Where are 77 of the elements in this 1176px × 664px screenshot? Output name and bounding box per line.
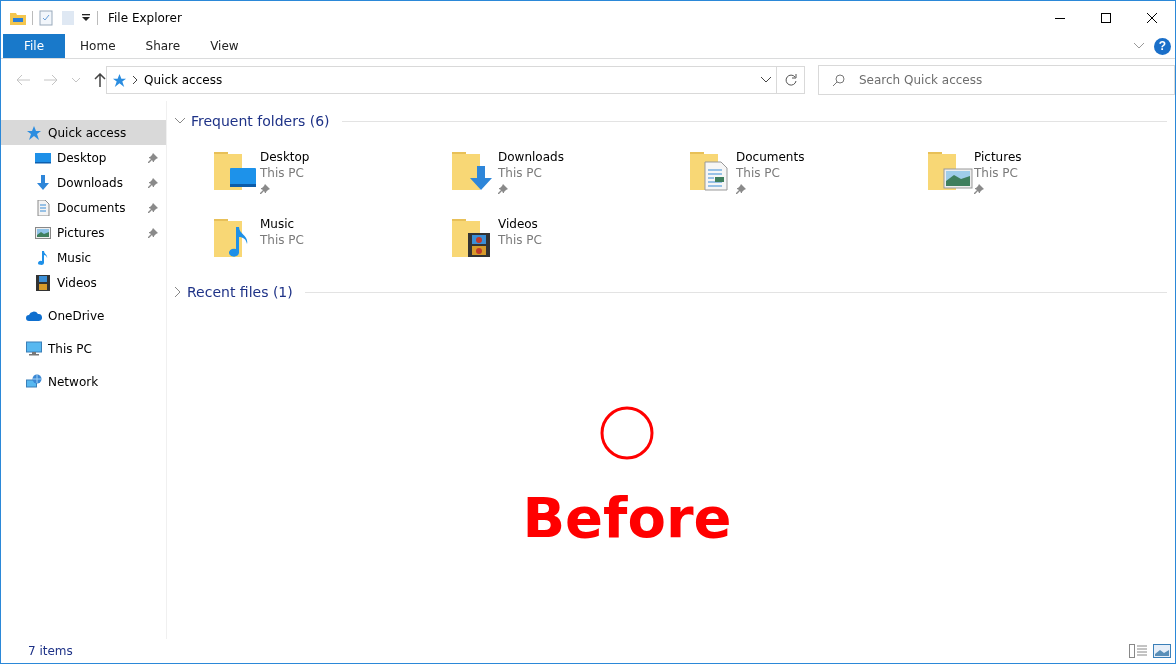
nav-item-label[interactable]: Downloads bbox=[57, 175, 142, 190]
window-title: File Explorer bbox=[108, 10, 182, 25]
nav-item-label[interactable]: Pictures bbox=[57, 225, 142, 240]
nav-item-label[interactable]: This PC bbox=[48, 341, 158, 356]
details-view-icon[interactable] bbox=[1129, 644, 1147, 658]
nav-item-label[interactable]: Desktop bbox=[57, 150, 142, 165]
document-icon bbox=[35, 199, 51, 216]
pin-icon bbox=[148, 152, 158, 163]
star-icon bbox=[112, 72, 127, 88]
nav-item[interactable]: OneDrive bbox=[1, 303, 166, 328]
dropdown-caret-icon[interactable] bbox=[81, 12, 91, 23]
nav-item-label[interactable]: Documents bbox=[57, 200, 142, 215]
folder-location: This PC bbox=[498, 165, 543, 181]
nav-item[interactable]: Network bbox=[1, 369, 166, 394]
address-bar[interactable]: Quick access bbox=[106, 66, 778, 94]
item-count: 7 items bbox=[28, 644, 74, 658]
nav-item[interactable]: Videos bbox=[1, 270, 166, 295]
nav-item[interactable]: Pictures bbox=[1, 220, 166, 245]
pin-icon bbox=[148, 177, 158, 188]
ribbon-tab[interactable]: Share bbox=[130, 34, 196, 58]
search-icon bbox=[832, 74, 845, 87]
file-menu-tab[interactable]: File bbox=[3, 34, 66, 58]
pin-icon bbox=[148, 202, 158, 213]
maximize-icon bbox=[1101, 12, 1111, 23]
expand-chevron-icon[interactable] bbox=[175, 287, 181, 297]
refresh-icon bbox=[784, 74, 797, 86]
ribbon-tab[interactable]: Home bbox=[65, 34, 131, 58]
ribbon-tab[interactable]: View bbox=[195, 34, 254, 58]
pin-icon bbox=[498, 184, 508, 194]
nav-item-label[interactable]: Network bbox=[48, 374, 158, 389]
section-header[interactable]: Frequent folders (6) bbox=[191, 113, 330, 129]
folder-name[interactable]: Videos bbox=[498, 216, 542, 232]
close-icon bbox=[1147, 12, 1157, 23]
nav-item[interactable]: Documents bbox=[1, 195, 166, 220]
address-dropdown-chevron-icon[interactable] bbox=[761, 77, 772, 83]
section-header[interactable]: Recent files (1) bbox=[187, 284, 293, 300]
down-arrow-icon bbox=[35, 174, 51, 191]
star-icon bbox=[26, 124, 42, 141]
monitor-icon bbox=[26, 340, 42, 357]
up-arrow-icon[interactable] bbox=[94, 73, 106, 87]
folder-location: This PC bbox=[498, 232, 542, 248]
nav-item[interactable]: Downloads bbox=[1, 170, 166, 195]
folder-name[interactable]: Desktop bbox=[260, 149, 310, 165]
film-icon bbox=[35, 274, 51, 291]
annotation-circle bbox=[600, 406, 654, 460]
pin-icon bbox=[736, 184, 746, 194]
nav-item-label[interactable]: Videos bbox=[57, 275, 142, 290]
nav-item-label[interactable]: OneDrive bbox=[48, 308, 158, 323]
folder-location: This PC bbox=[260, 232, 304, 248]
folder-location: This PC bbox=[736, 165, 781, 181]
nav-item[interactable]: Music bbox=[1, 245, 166, 270]
nav-item[interactable]: This PC bbox=[1, 336, 166, 361]
pin-icon bbox=[974, 184, 984, 194]
help-button[interactable]: ? bbox=[1154, 37, 1171, 55]
annotation-label: Before bbox=[522, 488, 732, 548]
pin-icon bbox=[260, 184, 270, 194]
expand-ribbon-chevron-icon[interactable] bbox=[1134, 43, 1144, 49]
nav-item[interactable]: Desktop bbox=[1, 145, 166, 170]
folder-name[interactable]: Pictures bbox=[974, 149, 1022, 165]
pin-icon bbox=[148, 227, 158, 238]
folder-location: This PC bbox=[974, 165, 1019, 181]
folder-name[interactable]: Music bbox=[260, 216, 304, 232]
picture-icon bbox=[35, 224, 51, 241]
refresh-button[interactable] bbox=[777, 66, 805, 94]
large-icons-view-icon[interactable] bbox=[1153, 644, 1171, 658]
checked-document-icon[interactable] bbox=[39, 9, 53, 26]
folder-name[interactable]: Downloads bbox=[498, 149, 564, 165]
nav-item[interactable]: Quick access bbox=[1, 120, 166, 145]
folder-name[interactable]: Documents bbox=[736, 149, 805, 165]
network-icon bbox=[26, 373, 42, 390]
nav-item-label[interactable]: Quick access bbox=[48, 125, 158, 140]
breadcrumb-chevron-icon bbox=[133, 76, 138, 84]
collapse-chevron-icon[interactable] bbox=[175, 118, 185, 124]
address-location[interactable]: Quick access bbox=[144, 73, 751, 87]
folder-location: This PC bbox=[260, 165, 305, 181]
nav-item-label[interactable]: Music bbox=[57, 250, 142, 265]
search-field[interactable]: Search Quick access bbox=[818, 65, 1175, 95]
